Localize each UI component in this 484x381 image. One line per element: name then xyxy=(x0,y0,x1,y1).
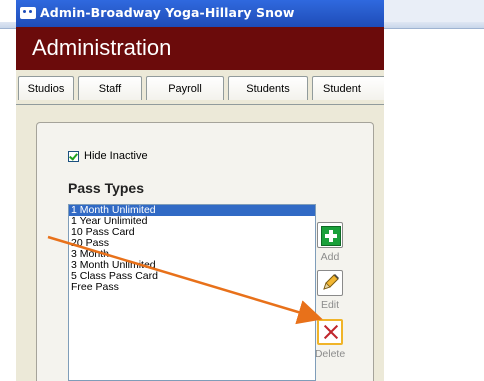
background-window xyxy=(380,0,484,22)
page-title: Administration xyxy=(32,35,172,60)
tab-student-more[interactable]: Student xyxy=(312,76,384,100)
page-header: Administration xyxy=(16,27,384,70)
tab-label: Studios xyxy=(27,82,65,95)
app-icon xyxy=(20,7,36,19)
tab-label: Payroll xyxy=(168,82,202,95)
window-title: Admin-Broadway Yoga-Hillary Snow xyxy=(40,5,295,20)
hide-inactive-toggle[interactable]: Hide Inactive xyxy=(68,148,148,164)
pencil-icon xyxy=(323,274,339,290)
tab-label: Student xyxy=(323,82,361,95)
tab-studios[interactable]: Studios xyxy=(18,76,74,100)
edit-action: Edit xyxy=(310,270,350,311)
add-label: Add xyxy=(320,251,340,263)
pass-types-list[interactable]: 1 Month Unlimited 1 Year Unlimited 10 Pa… xyxy=(68,204,316,381)
delete-label: Delete xyxy=(314,348,346,360)
tab-strip: Studios Staff Payroll Students Student xyxy=(16,70,384,106)
tab-staff[interactable]: Staff xyxy=(78,76,142,100)
tab-payroll[interactable]: Payroll xyxy=(146,76,224,100)
edit-label: Edit xyxy=(320,299,340,311)
title-bar[interactable]: Admin-Broadway Yoga-Hillary Snow xyxy=(16,0,384,27)
delete-action: Delete xyxy=(310,319,350,360)
plus-icon xyxy=(321,226,341,246)
delete-button[interactable] xyxy=(317,319,343,345)
tab-label: Students xyxy=(246,82,290,95)
pass-types-title: Pass Types xyxy=(68,180,145,196)
add-button[interactable] xyxy=(317,222,343,248)
tab-label: Staff xyxy=(98,82,122,95)
checkmark-icon[interactable] xyxy=(68,150,79,162)
tab-students[interactable]: Students xyxy=(228,76,308,100)
edit-button[interactable] xyxy=(317,270,343,296)
tab-divider xyxy=(16,104,384,105)
add-action: Add xyxy=(310,222,350,263)
hide-inactive-label: Hide Inactive xyxy=(84,150,148,162)
list-item[interactable]: Free Pass xyxy=(69,282,315,293)
